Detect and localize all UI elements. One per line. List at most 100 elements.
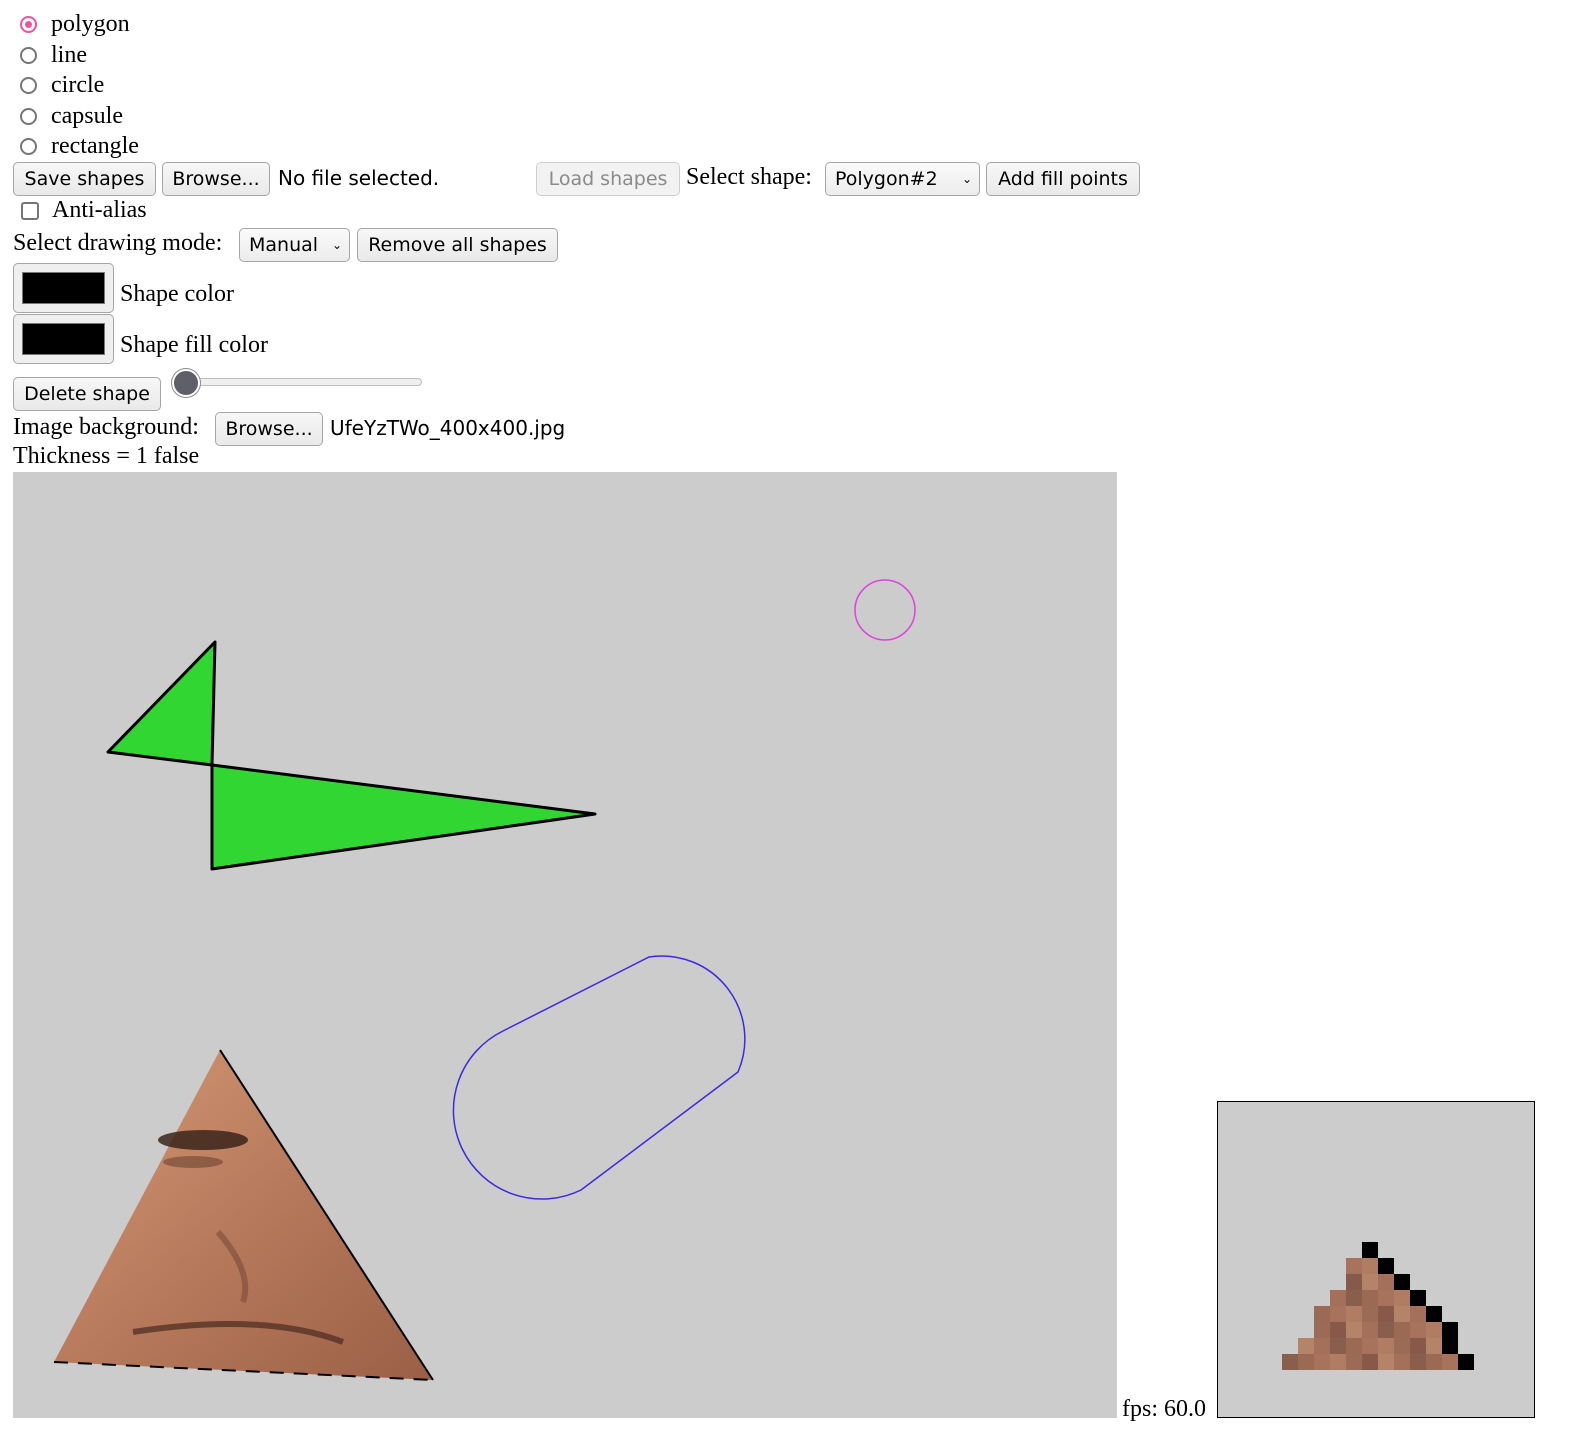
circle-shape[interactable]	[854, 579, 916, 641]
zoom-pixel	[1426, 1354, 1442, 1370]
radio-label: rectangle	[51, 132, 139, 159]
zoom-preview	[1217, 1101, 1535, 1418]
zoom-pixel	[1314, 1338, 1330, 1354]
zoom-pixel	[1378, 1354, 1394, 1370]
fill-color-swatch	[22, 323, 105, 355]
shape-color-label: Shape color	[120, 281, 234, 307]
zoom-edge-pixel	[1410, 1290, 1426, 1306]
zoom-pixel	[1362, 1274, 1378, 1290]
zoom-pixel	[1442, 1354, 1458, 1370]
zoom-pixel	[1346, 1290, 1362, 1306]
thickness-slider-track[interactable]	[184, 378, 422, 386]
anti-alias-label: Anti-alias	[52, 197, 147, 223]
shape-color-swatch	[22, 272, 105, 304]
load-shapes-button[interactable]: Load shapes	[536, 162, 680, 196]
radio-button[interactable]	[20, 107, 37, 125]
zoom-pixel	[1330, 1290, 1346, 1306]
zoom-edge-pixel	[1394, 1274, 1410, 1290]
zoom-pixel	[1410, 1306, 1426, 1322]
zoom-edge-pixel	[1362, 1242, 1378, 1258]
radio-option-line[interactable]: line	[20, 40, 87, 70]
zoom-pixel	[1378, 1306, 1394, 1322]
image-textured-triangle[interactable]	[53, 1049, 434, 1381]
zoom-pixel	[1378, 1274, 1394, 1290]
thickness-text: Thickness = 1 false	[13, 443, 200, 469]
background-browse-button[interactable]: Browse...	[215, 412, 323, 446]
zoom-pixel	[1394, 1338, 1410, 1354]
zoom-pixel	[1394, 1306, 1410, 1322]
zoom-pixel	[1426, 1322, 1442, 1338]
zoom-pixel	[1314, 1322, 1330, 1338]
zoom-preview-svg	[1282, 1242, 1474, 1370]
zoom-pixel	[1426, 1338, 1442, 1354]
shape-select-value: Polygon#2	[835, 168, 938, 190]
radio-button[interactable]	[20, 46, 37, 64]
zoom-pixel	[1362, 1322, 1378, 1338]
background-file-name: UfeYzTWo_400x400.jpg	[330, 416, 566, 440]
save-shapes-button[interactable]: Save shapes	[13, 162, 156, 196]
radio-label: circle	[51, 71, 105, 98]
zoom-pixel	[1410, 1322, 1426, 1338]
radio-option-capsule[interactable]: capsule	[20, 101, 123, 131]
zoom-pixel	[1330, 1338, 1346, 1354]
canvas-svg	[53, 579, 916, 1381]
zoom-pixel	[1314, 1306, 1330, 1322]
shapes-file-status: No file selected.	[278, 166, 440, 190]
zoom-edge-pixel	[1458, 1354, 1474, 1370]
radio-button[interactable]	[20, 137, 37, 155]
zoom-pixel	[1298, 1338, 1314, 1354]
zoom-pixel	[1282, 1354, 1298, 1370]
shapes-file-browse-button[interactable]: Browse...	[162, 162, 270, 196]
zoom-pixel	[1314, 1354, 1330, 1370]
radio-option-circle[interactable]: circle	[20, 70, 104, 100]
zoom-pixel	[1362, 1290, 1378, 1306]
zoom-pixel	[1346, 1338, 1362, 1354]
chevron-down-icon: ⌄	[961, 172, 972, 186]
drawing-mode-select[interactable]: Manual ⌄	[239, 228, 350, 262]
zoom-edge-pixel	[1426, 1306, 1442, 1322]
zoom-pixel	[1346, 1354, 1362, 1370]
shape-color-picker[interactable]	[13, 263, 114, 313]
zoom-pixel	[1378, 1290, 1394, 1306]
thickness-slider-thumb[interactable]	[172, 369, 200, 397]
drawing-canvas[interactable]	[13, 472, 1117, 1418]
radio-label: capsule	[51, 102, 123, 129]
zoom-pixel	[1362, 1258, 1378, 1274]
radio-option-rectangle[interactable]: rectangle	[20, 131, 139, 161]
delete-shape-button[interactable]: Delete shape	[13, 377, 161, 411]
green-polygon-shape[interactable]	[106, 640, 597, 871]
select-shape-label: Select shape:	[686, 164, 812, 190]
fill-color-label: Shape fill color	[120, 332, 268, 358]
radio-button[interactable]	[20, 76, 37, 94]
drawing-mode-value: Manual	[249, 234, 319, 256]
radio-label: polygon	[51, 10, 130, 37]
zoom-pixel	[1410, 1338, 1426, 1354]
chevron-down-icon: ⌄	[331, 238, 342, 252]
zoom-pixel	[1362, 1338, 1378, 1354]
add-fill-points-button[interactable]: Add fill points	[986, 162, 1140, 196]
zoom-pixel	[1394, 1290, 1410, 1306]
radio-option-polygon[interactable]: polygon	[20, 9, 130, 39]
shape-select[interactable]: Polygon#2 ⌄	[825, 162, 980, 196]
zoom-pixel	[1394, 1322, 1410, 1338]
remove-all-shapes-button[interactable]: Remove all shapes	[357, 228, 558, 262]
radio-label: line	[51, 41, 87, 68]
radio-button[interactable]	[20, 15, 37, 33]
fill-color-picker[interactable]	[13, 314, 114, 364]
zoom-edge-pixel	[1442, 1322, 1458, 1338]
anti-alias-checkbox[interactable]	[21, 202, 39, 220]
zoom-pixel	[1378, 1338, 1394, 1354]
zoom-pixel	[1346, 1322, 1362, 1338]
zoom-edge-pixel	[1442, 1338, 1458, 1354]
zoom-pixel	[1410, 1354, 1426, 1370]
drawing-mode-label: Select drawing mode:	[13, 230, 223, 256]
capsule-shape[interactable]	[452, 955, 746, 1200]
zoom-edge-pixel	[1378, 1258, 1394, 1274]
zoom-pixel	[1346, 1306, 1362, 1322]
fps-counter: fps: 60.0	[1122, 1396, 1206, 1422]
zoom-pixel	[1378, 1322, 1394, 1338]
zoom-pixel	[1346, 1274, 1362, 1290]
image-background-label: Image background:	[13, 414, 199, 440]
zoom-pixel	[1330, 1322, 1346, 1338]
zoom-pixel	[1330, 1306, 1346, 1322]
